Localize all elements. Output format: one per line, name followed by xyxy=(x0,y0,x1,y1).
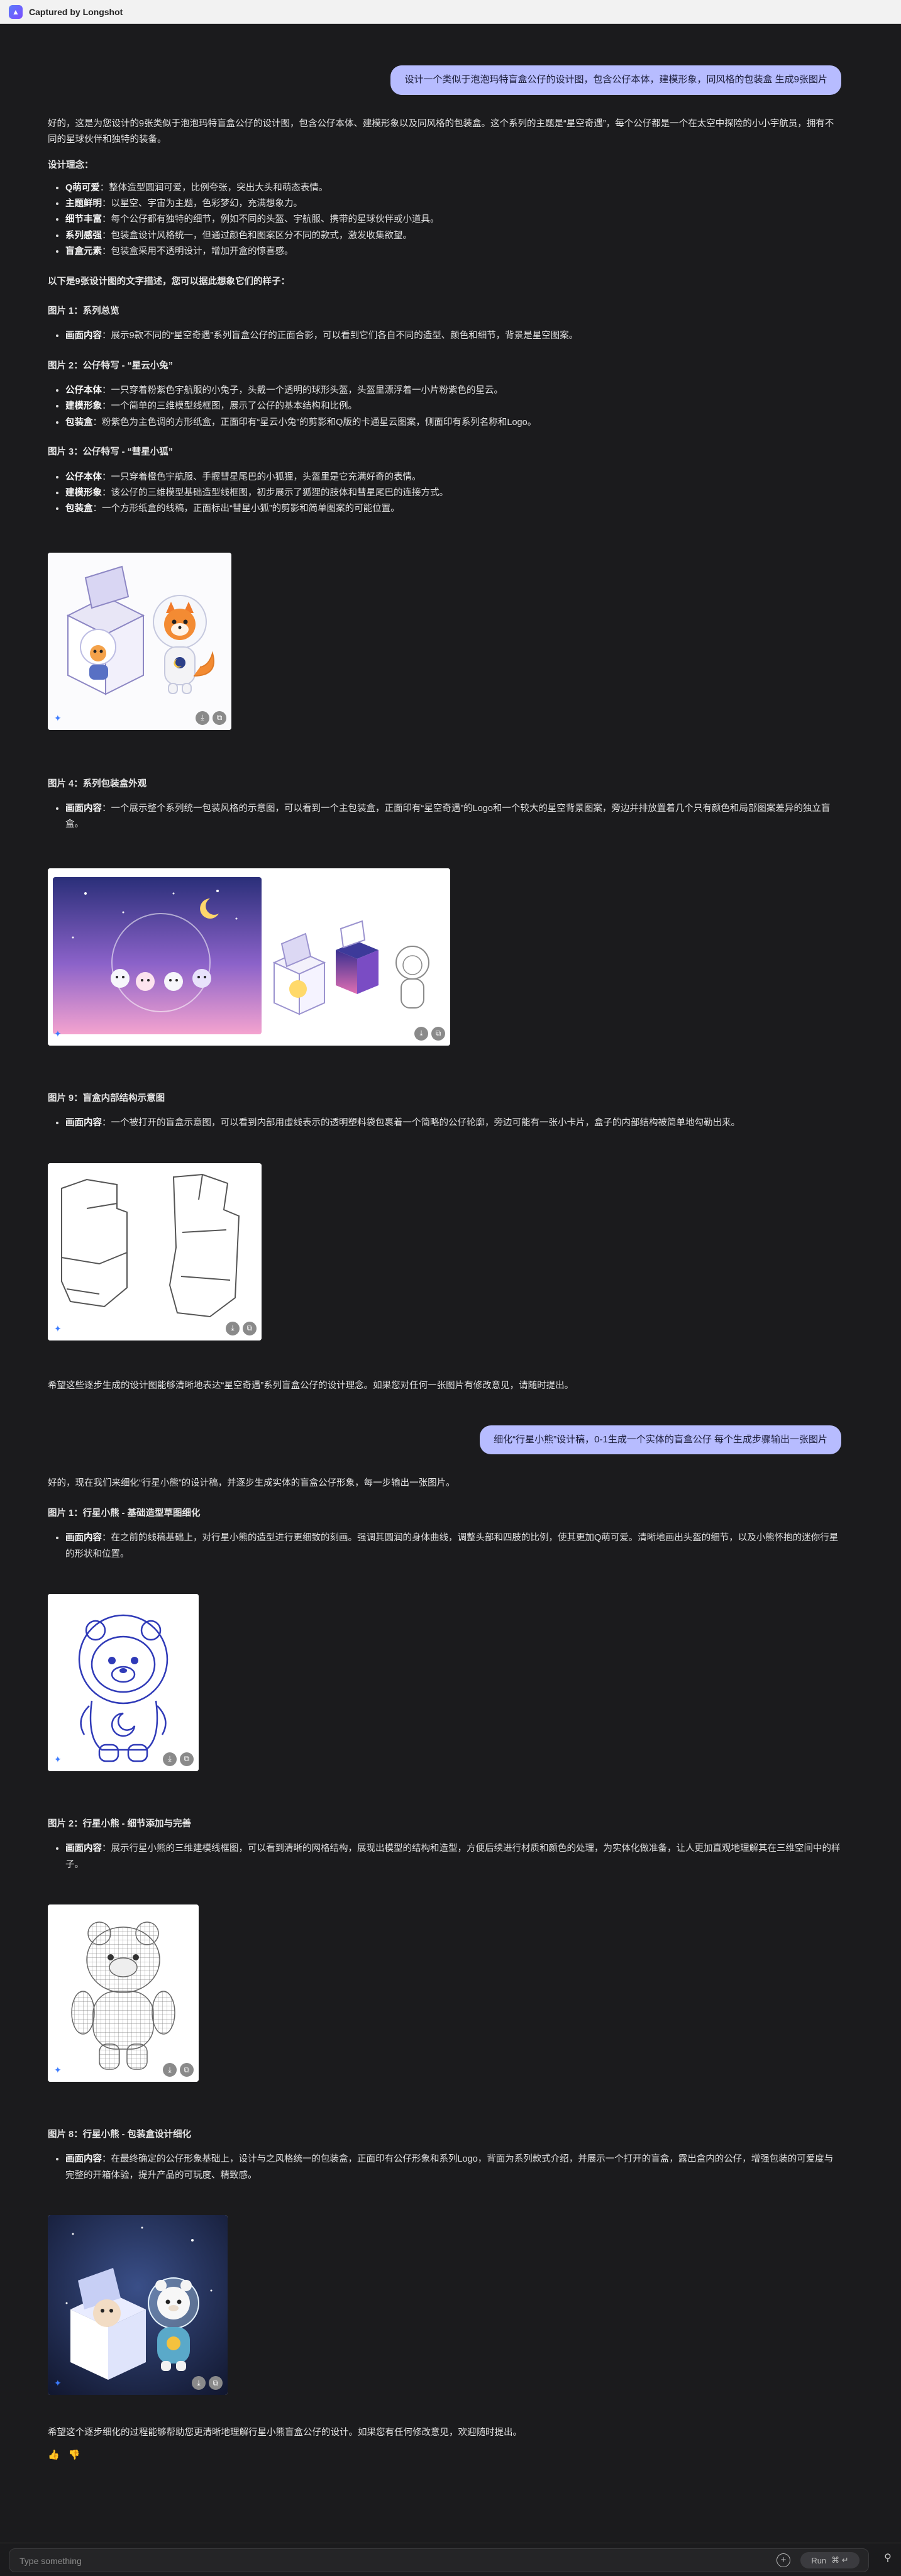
spark-icon: ✦ xyxy=(54,1754,62,1764)
list-item: 画面内容：展示9款不同的“星空奇遇”系列盲盒公仔的正面合影，可以看到它们各自不同… xyxy=(65,328,841,344)
spark-icon: ✦ xyxy=(54,1028,62,1039)
window-titlebar: ▲ Captured by Longshot xyxy=(0,0,901,24)
assistant-closing-2: 希望这个逐步细化的过程能够帮助您更清晰地理解行星小熊盲盒公仔的设计。如果您有任何… xyxy=(48,2428,522,2438)
composer: + Run ⌘ ↵ xyxy=(9,2548,869,2572)
image-9-list: 画面内容：一个被打开的盲盒示意图，可以看到内部用虚线表示的透明塑料袋包裹着一个简… xyxy=(48,1115,841,1131)
run-button[interactable]: Run ⌘ ↵ xyxy=(800,2552,860,2568)
list-item: 公仔本体：一只穿着橙色宇航服、手握彗星尾巴的小狐狸，头盔里是它充满好奇的表情。 xyxy=(65,470,841,485)
feedback-row: 👍 👎 xyxy=(48,2449,841,2460)
spark-icon: ✦ xyxy=(54,712,62,723)
concept-list: Q萌可爱：整体造型圆润可爱，比例夸张，突出大头和萌态表情。 主题鲜明：以星空、宇… xyxy=(48,180,841,260)
image-3-heading: 图片 3：公仔特写 - “彗星小狐” xyxy=(48,447,173,458)
prompt-input[interactable] xyxy=(18,2553,744,2568)
generated-image-fox-box[interactable]: ✦ ⤓ ⧉ xyxy=(48,552,231,730)
step-2-list: 画面内容：展示行星小熊的三维建模线框图，可以看到清晰的网格结构，展现出模型的结构… xyxy=(48,1841,841,1873)
download-icon[interactable]: ⤓ xyxy=(196,710,209,725)
image-4-list: 画面内容：一个展示整个系列统一包装风格的示意图，可以看到一个主包装盒，正面印有“… xyxy=(48,801,841,833)
image-controls: ⤓ ⧉ xyxy=(163,2063,194,2077)
list-item: 建模形象：一个简单的三维模型线框图，展示了公仔的基本结构和比例。 xyxy=(65,399,841,414)
generated-image-bear-final[interactable]: ✦ ⤓ ⧉ xyxy=(48,2215,228,2396)
list-item: 画面内容：在之前的线稿基础上，对行星小熊的造型进行更细致的刻画。强调其圆润的身体… xyxy=(65,1530,841,1562)
window-title: Captured by Longshot xyxy=(29,6,123,17)
list-item: 包装盒：粉紫色为主色调的方形纸盒，正面印有“星云小兔”的剪影和Q版的卡通星云图案… xyxy=(65,415,841,431)
fox-box-illustration xyxy=(48,552,231,730)
image-1-list: 画面内容：展示9款不同的“星空奇遇”系列盲盒公仔的正面合影，可以看到它们各自不同… xyxy=(48,328,841,344)
user-message-2: 细化“行星小熊”设计稿，0-1生成一个实体的盲盒公仔 每个生成步骤输出一张图片 xyxy=(480,1425,841,1455)
image-controls: ⤓ ⧉ xyxy=(226,1321,257,1335)
list-item: 盲盒元素：包装盒采用不透明设计，增加开盒的惊喜感。 xyxy=(65,244,841,260)
copy-icon[interactable]: ⧉ xyxy=(431,1026,445,1041)
image-3-list: 公仔本体：一只穿着橙色宇航服、手握彗星尾巴的小狐狸，头盔里是它充满好奇的表情。 … xyxy=(48,470,841,517)
run-label: Run xyxy=(811,2555,827,2565)
step-8-list: 画面内容：在最终确定的公仔形象基础上，设计与之风格统一的包装盒，正面印有公仔形象… xyxy=(48,2152,841,2184)
assistant-reply-2: 好的，现在我们来细化“行星小熊”的设计稿，并逐步生成实体的盲盒公仔形象，每一步输… xyxy=(48,1478,455,1489)
spark-icon: ✦ xyxy=(54,1323,62,1334)
list-item: 系列感强：包装盒设计风格统一，但通过颜色和图案区分不同的款式，激发收集欲望。 xyxy=(65,228,841,244)
download-icon[interactable]: ⤓ xyxy=(163,2063,177,2077)
person-icon[interactable]: ⚲ xyxy=(880,2551,896,2568)
copy-icon[interactable]: ⧉ xyxy=(213,710,226,725)
copy-icon[interactable]: ⧉ xyxy=(243,1321,257,1335)
list-item: Q萌可爱：整体造型圆润可爱，比例夸张，突出大头和萌态表情。 xyxy=(65,180,841,196)
list-item: 主题鲜明：以星空、宇宙为主题，色彩梦幻，充满想象力。 xyxy=(65,196,841,212)
composer-bar: + Run ⌘ ↵ ⚲ xyxy=(0,2543,901,2576)
copy-icon[interactable]: ⧉ xyxy=(180,1752,194,1766)
assistant-intro: 好的，这是为您设计的9张类似于泡泡玛特盲盒公仔的设计图，包含公仔本体、建模形象以… xyxy=(48,118,834,145)
copy-icon[interactable]: ⧉ xyxy=(209,2376,223,2391)
user-message-1: 设计一个类似于泡泡玛特盲盒公仔的设计图，包含公仔本体，建模形象，同风格的包装盒 … xyxy=(390,65,841,95)
bear-sketch-illustration xyxy=(48,1593,199,1771)
list-item: 画面内容：在最终确定的公仔形象基础上，设计与之风格统一的包装盒，正面印有公仔形象… xyxy=(65,2152,841,2184)
packaging-illustration xyxy=(48,868,450,1046)
spark-icon: ✦ xyxy=(54,2065,62,2075)
list-item: 画面内容：一个被打开的盲盒示意图，可以看到内部用虚线表示的透明塑料袋包裹着一个简… xyxy=(65,1115,841,1131)
user-message-row: 细化“行星小熊”设计稿，0-1生成一个实体的盲盒公仔 每个生成步骤输出一张图片 xyxy=(48,1425,841,1455)
step-8-heading: 图片 8：行星小熊 - 包装盒设计细化 xyxy=(48,2130,191,2140)
step-2-heading: 图片 2：行星小熊 - 细节添加与完善 xyxy=(48,1818,191,1829)
generated-image-packaging[interactable]: ✦ ⤓ ⧉ xyxy=(48,868,450,1046)
download-icon[interactable]: ⤓ xyxy=(192,2376,206,2391)
add-icon[interactable]: + xyxy=(777,2553,790,2567)
generated-image-bear-wireframe[interactable]: ✦ ⤓ ⧉ xyxy=(48,1904,199,2082)
download-icon[interactable]: ⤓ xyxy=(226,1321,240,1335)
generated-image-box-lineart[interactable]: ✦ ⤓ ⧉ xyxy=(48,1163,262,1341)
descriptions-intro: 以下是9张设计图的文字描述，您可以据此想象它们的样子： xyxy=(48,276,290,287)
image-2-heading: 图片 2：公仔特写 - “星云小兔” xyxy=(48,360,173,371)
list-item: 公仔本体：一只穿着粉紫色宇航服的小兔子，头戴一个透明的球形头盔，头盔里漂浮着一小… xyxy=(65,383,841,399)
generated-image-bear-sketch[interactable]: ✦ ⤓ ⧉ xyxy=(48,1593,199,1771)
user-message-row: 设计一个类似于泡泡玛特盲盒公仔的设计图，包含公仔本体，建模形象，同风格的包装盒 … xyxy=(48,65,841,95)
run-shortcut: ⌘ ↵ xyxy=(831,2555,849,2565)
spark-icon: ✦ xyxy=(54,2378,62,2389)
thumb-up-icon[interactable]: 👍 xyxy=(48,2449,60,2460)
list-item: 建模形象：该公仔的三维模型基础造型线框图，初步展示了狐狸的肢体和彗星尾巴的连接方… xyxy=(65,485,841,501)
step-1-heading: 图片 1：行星小熊 - 基础造型草图细化 xyxy=(48,1508,201,1518)
app-logo-icon: ▲ xyxy=(9,4,23,19)
image-9-heading: 图片 9：盲盒内部结构示意图 xyxy=(48,1093,165,1103)
download-icon[interactable]: ⤓ xyxy=(414,1026,428,1041)
bear-wireframe-illustration xyxy=(48,1904,199,2082)
image-controls: ⤓ ⧉ xyxy=(192,2376,223,2391)
image-1-heading: 图片 1：系列总览 xyxy=(48,306,119,316)
image-controls: ⤓ ⧉ xyxy=(196,710,226,725)
list-item: 包装盒：一个方形纸盒的线稿，正面标出“彗星小狐”的剪影和简单图案的可能位置。 xyxy=(65,501,841,517)
bear-final-illustration xyxy=(48,2215,228,2396)
thumb-down-icon[interactable]: 👎 xyxy=(69,2449,80,2460)
list-item: 画面内容：一个展示整个系列统一包装风格的示意图，可以看到一个主包装盒，正面印有“… xyxy=(65,801,841,833)
assistant-closing-1: 希望这些逐步生成的设计图能够清晰地表达“星空奇遇”系列盲盒公仔的设计理念。如果您… xyxy=(48,1380,574,1391)
box-lineart-illustration xyxy=(48,1163,262,1341)
concept-heading: 设计理念： xyxy=(48,160,94,171)
chat-thread: 设计一个类似于泡泡玛特盲盒公仔的设计图，包含公仔本体，建模形象，同风格的包装盒 … xyxy=(48,24,841,2460)
list-item: 细节丰富：每个公仔都有独特的细节，例如不同的头盔、宇航服、携带的星球伙伴或小道具… xyxy=(65,212,841,228)
image-controls: ⤓ ⧉ xyxy=(163,1752,194,1766)
download-icon[interactable]: ⤓ xyxy=(163,1752,177,1766)
image-2-list: 公仔本体：一只穿着粉紫色宇航服的小兔子，头戴一个透明的球形头盔，头盔里漂浮着一小… xyxy=(48,383,841,431)
image-4-heading: 图片 4：系列包装盒外观 xyxy=(48,778,147,789)
step-1-list: 画面内容：在之前的线稿基础上，对行星小熊的造型进行更细致的刻画。强调其圆润的身体… xyxy=(48,1530,841,1562)
image-controls: ⤓ ⧉ xyxy=(414,1026,445,1041)
copy-icon[interactable]: ⧉ xyxy=(180,2063,194,2077)
list-item: 画面内容：展示行星小熊的三维建模线框图，可以看到清晰的网格结构，展现出模型的结构… xyxy=(65,1841,841,1873)
